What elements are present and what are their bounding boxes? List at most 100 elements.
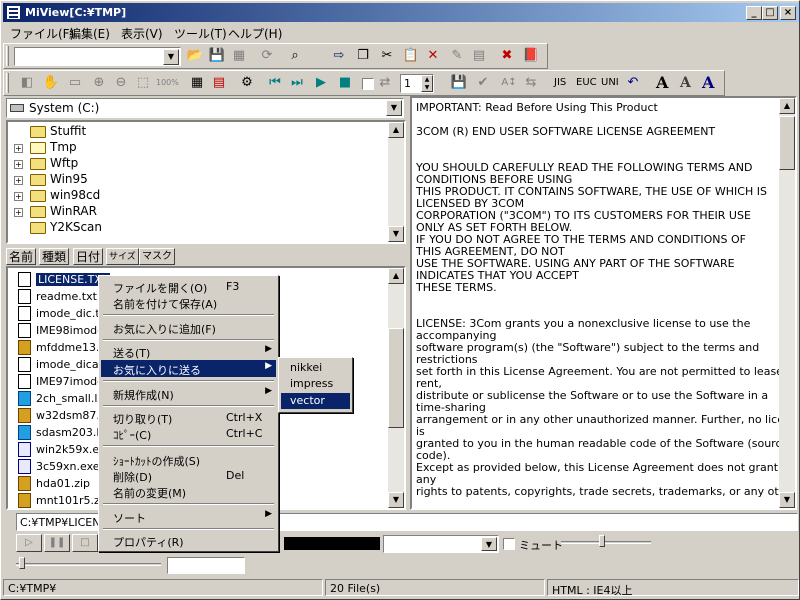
stop-icon[interactable]: □ — [72, 534, 98, 552]
menu-item-send-to[interactable]: 送る(T) ▶ — [101, 343, 276, 360]
tree-item[interactable]: + Win95 — [8, 172, 388, 188]
volume-thumb[interactable] — [599, 535, 605, 547]
loop-checkbox[interactable] — [362, 78, 374, 90]
tab-mask[interactable]: マスク — [139, 248, 175, 265]
fit-icon[interactable]: ⬚ — [134, 74, 152, 92]
submenu-item-nikkei[interactable]: nikkei — [281, 360, 350, 376]
menu-help[interactable]: ヘルプ(H) — [228, 25, 282, 42]
menu-item-add-favorite[interactable]: お気に入りに追加(F) — [101, 319, 276, 336]
stop-icon[interactable]: ✖ — [498, 47, 516, 65]
scroll-up-icon[interactable]: ▲ — [388, 268, 404, 284]
menu-item-sort[interactable]: ソート ▶ — [101, 508, 276, 525]
tree-item[interactable]: Stuffit — [8, 124, 388, 140]
menu-edit[interactable]: 編集(E) — [69, 25, 110, 42]
menu-item-rename[interactable]: 名前の変更(M) — [101, 483, 276, 500]
scroll-up-icon[interactable]: ▲ — [388, 122, 404, 138]
minimize-button[interactable]: _ — [746, 6, 762, 20]
tab-name[interactable]: 名前 — [6, 248, 37, 265]
menu-item-open[interactable]: ファイルを開く(O) F3 — [101, 278, 276, 295]
scroll-thumb[interactable] — [779, 116, 795, 170]
seek-slider[interactable] — [16, 563, 161, 566]
text-viewer[interactable]: IMPORTANT: Read Before Using This Produc… — [410, 96, 797, 510]
tab-size[interactable]: サイズ — [106, 248, 139, 265]
book-icon[interactable]: ▤ — [210, 74, 228, 92]
expand-icon[interactable]: + — [14, 208, 23, 217]
menu-item-new[interactable]: 新規作成(N) ▶ — [101, 385, 276, 402]
mute-checkbox[interactable] — [503, 538, 515, 550]
pause-icon[interactable]: ❚❚ — [44, 534, 70, 552]
prev-icon[interactable]: ⏭ — [288, 74, 306, 92]
tree-item[interactable]: + Tmp — [8, 140, 388, 156]
scroll-up-icon[interactable]: ▲ — [779, 98, 795, 114]
submenu-item-vector[interactable]: vector — [281, 393, 350, 409]
print-icon[interactable]: ▦ — [230, 47, 248, 65]
tab-date[interactable]: 日付 — [73, 248, 104, 265]
delete-icon[interactable]: ✕ — [424, 47, 442, 65]
tree-item[interactable]: + WinRAR — [8, 204, 388, 220]
menu-item-shortcut[interactable]: ｼｮｰﾄｶｯﾄの作成(S) — [101, 451, 276, 468]
tree-scrollbar[interactable]: ▲ ▼ — [388, 122, 404, 242]
font-medium-button[interactable]: A — [680, 75, 691, 91]
first-icon[interactable]: ⏮ — [266, 74, 284, 92]
font-large-button[interactable]: A — [656, 73, 668, 92]
grid-view-icon[interactable]: ▦ — [188, 74, 206, 92]
settings-icon[interactable]: ⚙ — [238, 74, 256, 92]
tree-item[interactable]: + Wftp — [8, 156, 388, 172]
save-text-icon[interactable]: 💾 — [450, 74, 468, 92]
expand-icon[interactable]: + — [14, 176, 23, 185]
sort-az-icon[interactable]: A↕ — [500, 74, 518, 92]
maximize-button[interactable]: □ — [762, 6, 778, 20]
rename-icon[interactable]: ✎ — [448, 47, 466, 65]
move-icon[interactable]: ⇨ — [330, 47, 348, 65]
scroll-down-icon[interactable]: ▼ — [779, 492, 795, 508]
encoding-uni[interactable]: UNI — [601, 77, 619, 88]
page-spinner[interactable]: 1 ▲ ▼ — [400, 74, 434, 93]
expand-icon[interactable]: + — [14, 192, 23, 201]
tab-type[interactable]: 種類 — [39, 248, 70, 265]
spinner-arrows-icon[interactable]: ▲ ▼ — [421, 75, 433, 92]
cut-icon[interactable]: ✂ — [378, 47, 396, 65]
refresh-icon[interactable]: ⟳ — [258, 47, 276, 65]
drive-combo[interactable]: System (C:) ▼ — [6, 98, 404, 118]
menu-item-copy[interactable]: ｺﾋﾟｰ(C) Ctrl+C — [101, 425, 276, 442]
menu-item-send-favorite[interactable]: お気に入りに送る ▶ — [101, 360, 276, 377]
font-style-button[interactable]: A — [702, 73, 714, 92]
save-icon[interactable]: 💾 — [208, 47, 226, 65]
zoom-out-icon[interactable]: ⊖ — [112, 74, 130, 92]
volume-slider[interactable] — [561, 541, 651, 544]
menu-file[interactable]: ファイル(F) — [10, 25, 74, 42]
encoding-jis[interactable]: JIS — [554, 77, 566, 88]
scroll-thumb[interactable] — [388, 328, 404, 428]
menu-item-properties[interactable]: プロパティ(R) — [101, 532, 276, 549]
time-field[interactable] — [167, 557, 245, 574]
menu-item-cut[interactable]: 切り取り(T) Ctrl+X — [101, 409, 276, 426]
check-icon[interactable]: ✔ — [474, 74, 492, 92]
menu-tools[interactable]: ツール(T) — [174, 25, 227, 42]
loop-icon[interactable]: ⇄ — [376, 74, 394, 92]
open-folder-icon[interactable]: 📂 — [186, 47, 204, 65]
menu-view[interactable]: 表示(V) — [121, 25, 163, 42]
seek-thumb[interactable] — [19, 557, 25, 569]
zoom-100-button[interactable]: 100% — [156, 74, 179, 92]
address-combo[interactable]: ▼ — [14, 47, 181, 66]
chevron-down-icon[interactable]: ▼ — [386, 100, 402, 116]
menu-item-save-as[interactable]: 名前を付けて保存(A) — [101, 294, 276, 311]
stop-square-icon[interactable]: ■ — [336, 74, 354, 92]
file-scrollbar[interactable]: ▲ ▼ — [388, 268, 404, 508]
zoom-in-icon[interactable]: ⊕ — [90, 74, 108, 92]
encoding-euc[interactable]: EUC — [576, 77, 597, 88]
layers-icon[interactable]: ◧ — [18, 74, 36, 92]
expand-icon[interactable]: + — [14, 160, 23, 169]
swap-icon[interactable]: ⇆ — [522, 74, 540, 92]
expand-icon[interactable]: + — [14, 144, 23, 153]
favorites-icon[interactable]: 📕 — [522, 47, 540, 65]
tree-item[interactable]: Y2KScan — [8, 220, 388, 236]
scroll-down-icon[interactable]: ▼ — [388, 492, 404, 508]
submenu-item-impress[interactable]: impress — [281, 376, 350, 392]
chevron-down-icon[interactable]: ▼ — [163, 49, 179, 65]
comment-icon[interactable]: ▭ — [66, 74, 84, 92]
paste-icon[interactable]: 📋 — [402, 47, 420, 65]
play-icon[interactable]: ▷ — [16, 534, 42, 552]
copy-icon[interactable]: ❐ — [354, 47, 372, 65]
scroll-down-icon[interactable]: ▼ — [388, 226, 404, 242]
